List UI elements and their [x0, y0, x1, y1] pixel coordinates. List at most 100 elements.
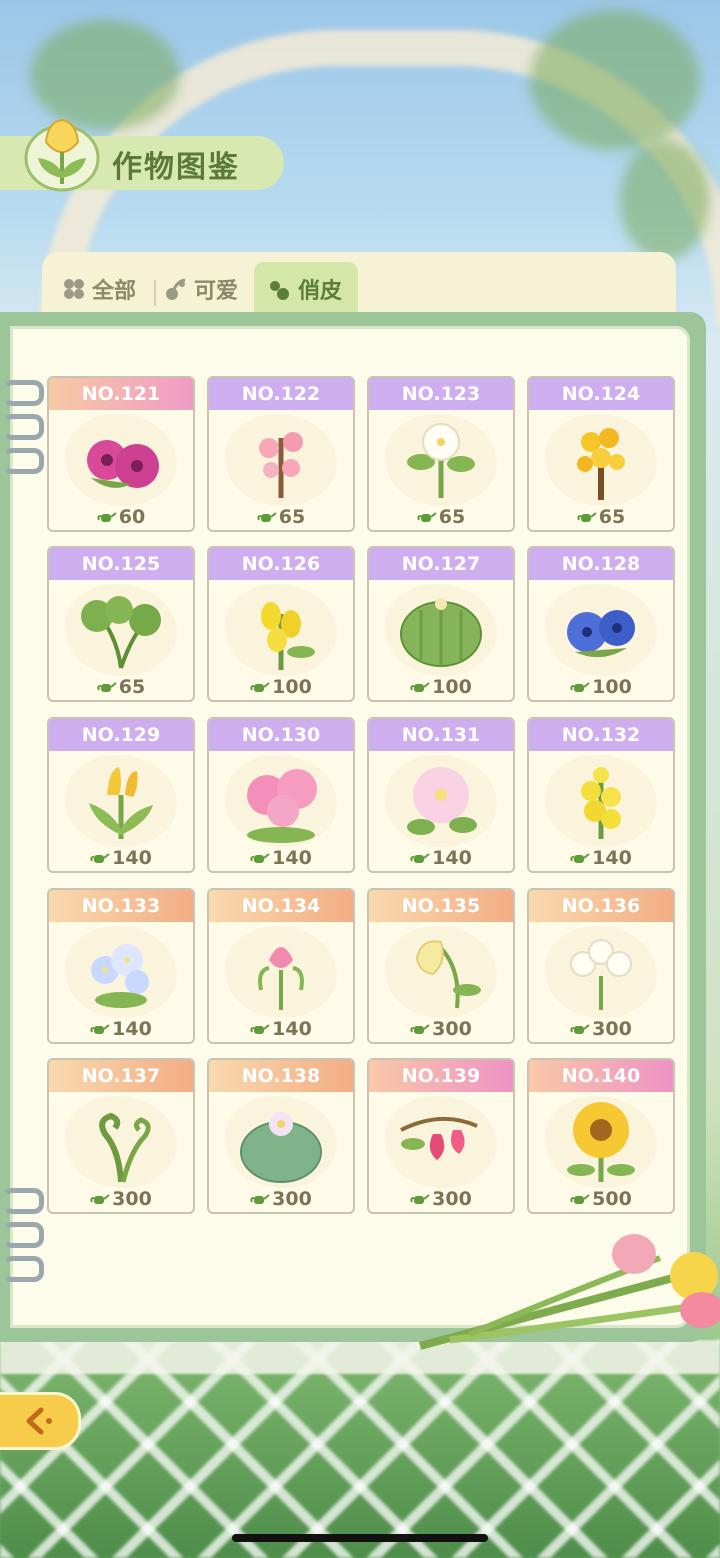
crop-card[interactable]: NO.132 140	[527, 717, 675, 873]
flower-pink-iris-icon	[258, 947, 304, 1010]
price-value: 140	[112, 1018, 152, 1040]
price-value: 140	[432, 847, 472, 869]
watering-can-icon	[257, 512, 277, 522]
card-number: NO.126	[209, 548, 353, 580]
flower-blue-morning-glory-icon	[567, 610, 635, 658]
watering-can-icon	[417, 512, 437, 522]
card-number: NO.138	[209, 1060, 353, 1092]
price-value: 140	[592, 847, 632, 869]
card-number: NO.121	[49, 378, 193, 410]
cherry-icon	[166, 278, 186, 300]
card-price: 300	[369, 1188, 513, 1210]
tab-all[interactable]: 全部	[62, 262, 136, 316]
crop-card[interactable]: NO.130 140	[207, 717, 355, 873]
price-value: 140	[112, 847, 152, 869]
tab-playful[interactable]: 俏皮	[254, 262, 358, 316]
home-indicator[interactable]	[232, 1534, 488, 1542]
watering-can-icon	[570, 1194, 590, 1204]
tab-label: 可爱	[194, 279, 239, 304]
card-number: NO.132	[529, 719, 673, 751]
flower-barrel-cactus-icon	[400, 598, 482, 667]
card-number: NO.135	[369, 890, 513, 922]
crop-card[interactable]: NO.136 300	[527, 888, 675, 1044]
price-value: 100	[592, 676, 632, 698]
crop-card[interactable]: NO.139 300	[367, 1058, 515, 1214]
price-value: 100	[432, 676, 472, 698]
page-title: 作物图鉴	[112, 150, 240, 185]
card-number: NO.131	[369, 719, 513, 751]
flower-snapdragon-icon	[581, 767, 621, 839]
card-price: 65	[529, 506, 673, 528]
flower-white-freesia-icon	[570, 939, 632, 1010]
card-price: 140	[529, 847, 673, 869]
tab-cute[interactable]: 可爱	[164, 262, 238, 316]
card-price: 100	[529, 676, 673, 698]
watering-can-icon	[250, 682, 270, 692]
watering-can-icon	[570, 682, 590, 692]
flower-yellow-orchid-icon	[261, 602, 315, 670]
crop-card[interactable]: NO.127 100	[367, 546, 515, 702]
watering-can-icon	[90, 1024, 110, 1034]
flower-bellflower-icon	[415, 940, 481, 1009]
price-value: 65	[118, 676, 146, 698]
card-price: 65	[369, 506, 513, 528]
card-price: 60	[49, 506, 193, 528]
card-number: NO.123	[369, 378, 513, 410]
watering-can-icon	[410, 1194, 430, 1204]
flower-pink-primrose-icon	[407, 767, 477, 835]
crop-card[interactable]: NO.129 140	[47, 717, 195, 873]
back-arrow-icon	[26, 1407, 52, 1435]
price-value: 100	[272, 676, 312, 698]
crop-card[interactable]: NO.138 300	[207, 1058, 355, 1214]
clover-icon	[64, 279, 84, 299]
price-value: 65	[598, 506, 626, 528]
watering-can-icon	[97, 682, 117, 692]
crop-card[interactable]: NO.135 300	[367, 888, 515, 1044]
card-number: NO.125	[49, 548, 193, 580]
binder-ring	[2, 448, 44, 474]
card-number: NO.137	[49, 1060, 193, 1092]
crop-card[interactable]: NO.124 65	[527, 376, 675, 532]
flower-pink-lily-icon	[247, 769, 317, 843]
notes-icon	[270, 281, 289, 300]
card-price: 65	[209, 506, 353, 528]
tulip-bouquet-decoration	[418, 1234, 720, 1350]
binder-ring	[2, 380, 44, 406]
flower-peach-blossom-icon	[259, 432, 303, 498]
crop-card[interactable]: NO.131 140	[367, 717, 515, 873]
flower-fiddlehead-icon	[99, 1112, 151, 1183]
card-price: 65	[49, 676, 193, 698]
card-number: NO.124	[529, 378, 673, 410]
price-value: 65	[438, 506, 466, 528]
crop-card[interactable]: NO.125 65	[47, 546, 195, 702]
crop-card[interactable]: NO.140 500	[527, 1058, 675, 1214]
card-number: NO.122	[209, 378, 353, 410]
card-price: 140	[49, 847, 193, 869]
price-value: 140	[272, 1018, 312, 1040]
crop-card[interactable]: NO.123 65	[367, 376, 515, 532]
crop-card[interactable]: NO.134 140	[207, 888, 355, 1044]
back-button[interactable]	[0, 1392, 81, 1450]
flower-sunflower-icon	[567, 1102, 635, 1182]
crop-card[interactable]: NO.137 300	[47, 1058, 195, 1214]
flower-osmanthus-icon	[577, 428, 625, 500]
watering-can-icon	[577, 512, 597, 522]
tulip-icon	[24, 118, 100, 192]
flower-flowering-cactus-icon	[240, 1112, 322, 1183]
crop-card[interactable]: NO.126 100	[207, 546, 355, 702]
binder-ring	[2, 414, 44, 440]
price-value: 65	[278, 506, 306, 528]
flower-white-jasmine-icon	[407, 423, 475, 498]
flower-bleeding-heart-icon	[400, 1116, 478, 1160]
crop-card[interactable]: NO.121 60	[47, 376, 195, 532]
tab-divider	[154, 280, 156, 306]
watering-can-icon	[250, 853, 270, 863]
crop-card[interactable]: NO.122 65	[207, 376, 355, 532]
crop-card[interactable]: NO.133 140	[47, 888, 195, 1044]
crop-card[interactable]: NO.128 100	[527, 546, 675, 702]
card-price: 300	[529, 1018, 673, 1040]
flower-yellow-tulip-icon	[89, 767, 153, 839]
price-value: 300	[432, 1188, 472, 1210]
watering-can-icon	[250, 1194, 270, 1204]
watering-can-icon	[570, 853, 590, 863]
